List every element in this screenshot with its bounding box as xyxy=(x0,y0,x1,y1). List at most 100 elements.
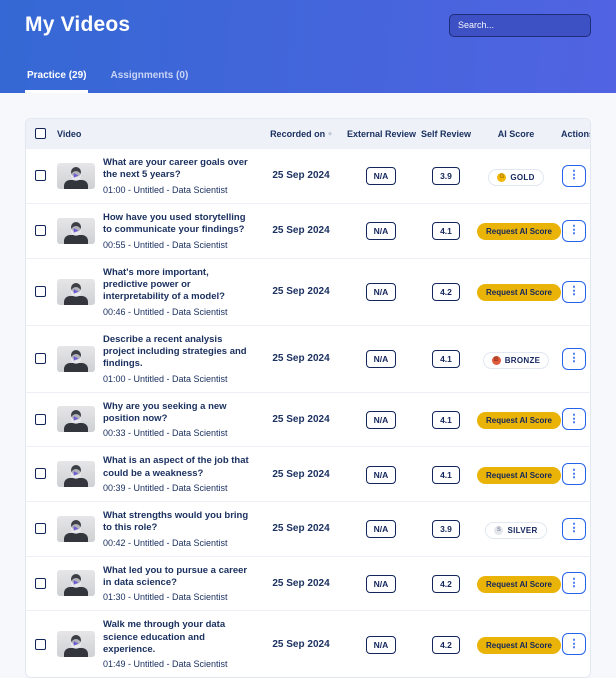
external-review-value[interactable]: N/A xyxy=(366,575,397,593)
video-title[interactable]: What is an aspect of the job that could … xyxy=(103,455,255,480)
video-title[interactable]: What strengths would you bring to this r… xyxy=(103,510,255,535)
request-ai-score-button[interactable]: Request AI Score xyxy=(477,576,561,593)
video-row: ▶ What are your career goals over the ne… xyxy=(26,149,590,204)
video-thumbnail[interactable]: ▶ xyxy=(57,279,95,305)
self-review-value[interactable]: 4.2 xyxy=(432,283,460,301)
video-thumbnail[interactable]: ▶ xyxy=(57,218,95,244)
row-actions-button[interactable]: ⋮ xyxy=(562,518,586,540)
col-actions: Actions xyxy=(558,119,590,149)
row-checkbox[interactable] xyxy=(35,523,46,534)
row-actions-button[interactable]: ⋮ xyxy=(562,572,586,594)
self-review-value[interactable]: 4.1 xyxy=(432,411,460,429)
self-review-value[interactable]: 4.1 xyxy=(432,222,460,240)
select-all-checkbox[interactable] xyxy=(35,128,46,139)
self-review-value[interactable]: 4.2 xyxy=(432,636,460,654)
tab-assignments[interactable]: Assignments (0) xyxy=(108,70,190,93)
self-review-value[interactable]: 4.2 xyxy=(432,575,460,593)
video-thumbnail[interactable]: ▶ xyxy=(57,570,95,596)
col-external-review: External Review xyxy=(344,119,418,149)
video-thumbnail[interactable]: ▶ xyxy=(57,406,95,432)
video-thumbnail[interactable]: ▶ xyxy=(57,516,95,542)
self-review-value[interactable]: 4.1 xyxy=(432,466,460,484)
ai-score-cell: Request AI Score xyxy=(474,556,558,611)
col-ai-score: AI Score xyxy=(474,119,558,149)
request-ai-score-button[interactable]: Request AI Score xyxy=(477,467,561,484)
video-text: How have you used storytelling to commun… xyxy=(103,212,255,250)
external-review-value[interactable]: N/A xyxy=(366,350,397,368)
row-checkbox[interactable] xyxy=(35,353,46,364)
col-recorded-on-label: Recorded on xyxy=(270,129,325,139)
tab-practice[interactable]: Practice (29) xyxy=(25,70,88,93)
col-self-review-label: Self Review xyxy=(421,129,471,139)
external-review-value[interactable]: N/A xyxy=(366,222,397,240)
person-silhouette-body xyxy=(64,235,88,244)
video-title[interactable]: Walk me through your data science educat… xyxy=(103,619,255,656)
search-input[interactable] xyxy=(449,14,591,37)
video-text: Describe a recent analysis project inclu… xyxy=(103,334,255,384)
request-ai-score-button[interactable]: Request AI Score xyxy=(477,637,561,654)
video-title[interactable]: What led you to pursue a career in data … xyxy=(103,565,255,590)
play-icon[interactable]: ▶ xyxy=(71,171,81,181)
play-icon[interactable]: ▶ xyxy=(71,287,81,297)
row-checkbox[interactable] xyxy=(35,468,46,479)
row-checkbox[interactable] xyxy=(35,414,46,425)
row-actions-button[interactable]: ⋮ xyxy=(562,220,586,242)
play-icon[interactable]: ▶ xyxy=(71,354,81,364)
play-icon[interactable]: ▶ xyxy=(71,414,81,424)
play-icon[interactable]: ▶ xyxy=(71,578,81,588)
row-actions-button[interactable]: ⋮ xyxy=(562,281,586,303)
video-title[interactable]: Describe a recent analysis project inclu… xyxy=(103,334,255,371)
row-actions-button[interactable]: ⋮ xyxy=(562,348,586,370)
external-review-value[interactable]: N/A xyxy=(366,167,397,185)
video-cell: ▶ Walk me through your data science educ… xyxy=(57,619,255,669)
request-ai-score-button[interactable]: Request AI Score xyxy=(477,412,561,429)
external-review-value[interactable]: N/A xyxy=(366,283,397,301)
row-actions-button[interactable]: ⋮ xyxy=(562,408,586,430)
play-icon[interactable]: ▶ xyxy=(71,524,81,534)
person-silhouette-body xyxy=(64,648,88,657)
recorded-on-value: 25 Sep 2024 xyxy=(258,501,344,556)
row-checkbox[interactable] xyxy=(35,225,46,236)
videos-table: Video Recorded on◆ External Review Self … xyxy=(26,119,590,677)
video-cell: ▶ What is an aspect of the job that coul… xyxy=(57,455,255,493)
external-review-value[interactable]: N/A xyxy=(366,520,397,538)
video-row: ▶ How have you used storytelling to comm… xyxy=(26,203,590,258)
video-title[interactable]: What are your career goals over the next… xyxy=(103,157,255,182)
row-actions-button[interactable]: ⋮ xyxy=(562,463,586,485)
video-thumbnail[interactable]: ▶ xyxy=(57,461,95,487)
col-video: Video xyxy=(54,119,258,149)
request-ai-score-button[interactable]: Request AI Score xyxy=(477,284,561,301)
self-review-value[interactable]: 4.1 xyxy=(432,350,460,368)
external-review-value[interactable]: N/A xyxy=(366,411,397,429)
external-review-value[interactable]: N/A xyxy=(366,466,397,484)
video-cell: ▶ Why are you seeking a new position now… xyxy=(57,401,255,439)
self-review-value[interactable]: 3.9 xyxy=(432,520,460,538)
request-ai-score-button[interactable]: Request AI Score xyxy=(477,223,561,240)
row-checkbox[interactable] xyxy=(35,578,46,589)
external-review-value[interactable]: N/A xyxy=(366,636,397,654)
video-title[interactable]: Why are you seeking a new position now? xyxy=(103,401,255,426)
row-checkbox[interactable] xyxy=(35,639,46,650)
video-thumbnail[interactable]: ▶ xyxy=(57,346,95,372)
play-icon[interactable]: ▶ xyxy=(71,639,81,649)
play-icon[interactable]: ▶ xyxy=(71,469,81,479)
video-title[interactable]: What's more important, predictive power … xyxy=(103,267,255,304)
col-recorded-on[interactable]: Recorded on◆ xyxy=(258,119,344,149)
page-title: My Videos xyxy=(25,13,130,37)
medal-icon: G xyxy=(497,173,506,182)
row-checkbox[interactable] xyxy=(35,170,46,181)
recorded-on-value: 25 Sep 2024 xyxy=(258,325,344,392)
video-thumbnail[interactable]: ▶ xyxy=(57,163,95,189)
row-checkbox[interactable] xyxy=(35,286,46,297)
self-review-value[interactable]: 3.9 xyxy=(432,167,460,185)
row-actions-button[interactable]: ⋮ xyxy=(562,165,586,187)
video-meta: 01:00 - Untitled - Data Scientist xyxy=(103,185,255,195)
video-cell: ▶ How have you used storytelling to comm… xyxy=(57,212,255,250)
video-thumbnail[interactable]: ▶ xyxy=(57,631,95,657)
video-row: ▶ What is an aspect of the job that coul… xyxy=(26,447,590,502)
kebab-menu-icon: ⋮ xyxy=(569,225,580,236)
play-icon[interactable]: ▶ xyxy=(71,226,81,236)
video-title[interactable]: How have you used storytelling to commun… xyxy=(103,212,255,237)
sort-icon[interactable]: ◆ xyxy=(328,131,332,137)
row-actions-button[interactable]: ⋮ xyxy=(562,633,586,655)
